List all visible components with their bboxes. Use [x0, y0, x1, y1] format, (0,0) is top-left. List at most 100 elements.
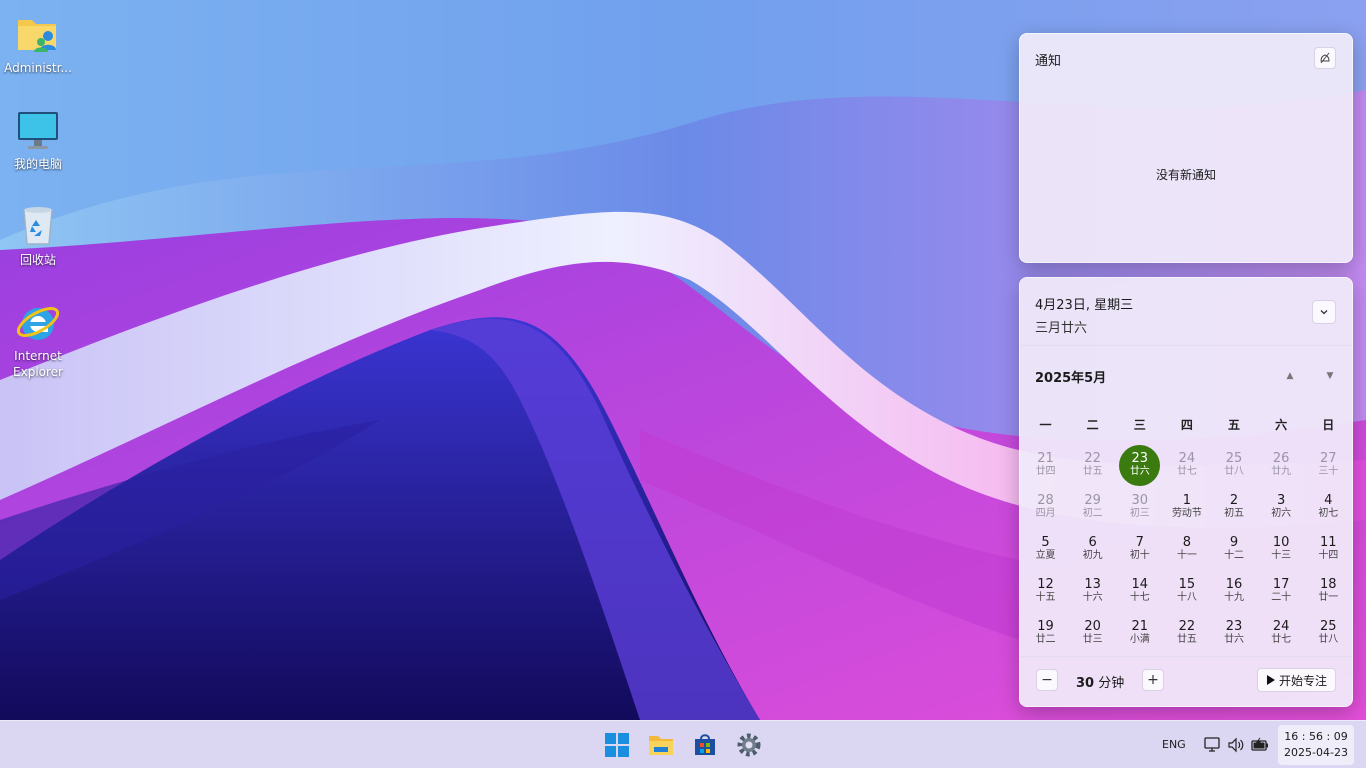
desktop-icon-my-computer[interactable]: 我的电脑 [2, 106, 74, 172]
calendar-day[interactable]: 7 初十 [1116, 528, 1163, 570]
calendar-day[interactable]: 29 初二 [1069, 486, 1116, 528]
calendar-day[interactable]: 22 廿五 [1069, 444, 1116, 486]
calendar-day[interactable]: 14 十七 [1116, 570, 1163, 612]
calendar-day-number: 3 [1277, 493, 1286, 508]
desktop-icon-internet-explorer[interactable]: Internet Explorer [2, 298, 74, 380]
calendar-week-row: 12 十五 13 十六 14 十七 15 十八 16 十九 17 二十 18 廿一 [1022, 570, 1352, 612]
calendar-day[interactable]: 28 四月 [1022, 486, 1069, 528]
calendar-day[interactable]: 27 三十 [1305, 444, 1352, 486]
calendar-day-lunar: 三十 [1318, 466, 1339, 477]
calendar-day[interactable]: 17 二十 [1258, 570, 1305, 612]
calendar-week-row: 5 立夏 6 初九 7 初十 8 十一 9 十二 10 十三 11 十四 [1022, 528, 1352, 570]
calendar-day-lunar: 立夏 [1035, 550, 1056, 561]
calendar-day-number: 22 [1084, 451, 1101, 466]
calendar-day-lunar: 廿八 [1318, 634, 1339, 645]
calendar-day-today[interactable]: 23 廿六 [1116, 444, 1163, 486]
volume-button[interactable] [1226, 735, 1246, 755]
calendar-day[interactable]: 21 小满 [1116, 612, 1163, 654]
calendar-day-number: 1 [1182, 493, 1192, 508]
calendar-day[interactable]: 21 廿四 [1022, 444, 1069, 486]
calendar-day[interactable]: 10 十三 [1258, 528, 1305, 570]
chevron-down-icon [1320, 310, 1328, 315]
calendar-day[interactable]: 22 廿五 [1163, 612, 1210, 654]
calendar-day-number: 24 [1272, 619, 1290, 634]
calendar-day-number: 15 [1178, 577, 1196, 592]
internet-explorer-icon [14, 298, 62, 346]
calendar-day[interactable]: 4 初七 [1305, 486, 1352, 528]
windows-start-icon [605, 733, 629, 757]
calendar-day[interactable]: 13 十六 [1069, 570, 1116, 612]
calendar-day-lunar: 初十 [1129, 550, 1150, 561]
battery-button[interactable] [1250, 735, 1270, 755]
calendar-day-lunar: 廿五 [1176, 634, 1197, 645]
start-focus-button[interactable]: 开始专注 [1256, 668, 1336, 692]
calendar-day[interactable]: 24 廿七 [1163, 444, 1210, 486]
calendar-day-number: 11 [1320, 535, 1337, 550]
triangle-down-icon: ▼ [1326, 371, 1334, 381]
calendar-day[interactable]: 26 廿九 [1258, 444, 1305, 486]
calendar-day-number: 29 [1084, 493, 1101, 508]
calendar-day-number: 19 [1037, 619, 1054, 634]
calendar-day-lunar: 廿六 [1129, 466, 1150, 477]
calendar-day[interactable]: 5 立夏 [1022, 528, 1069, 570]
start-button[interactable] [601, 729, 633, 761]
microsoft-store-button[interactable] [689, 729, 721, 761]
settings-gear-icon [737, 733, 761, 757]
calendar-day[interactable]: 12 十五 [1022, 570, 1069, 612]
calendar-day[interactable]: 11 十四 [1305, 528, 1352, 570]
calendar-day-number: 4 [1324, 493, 1333, 508]
notification-clear-button[interactable] [1314, 47, 1336, 69]
calendar-day-lunar: 初九 [1082, 550, 1103, 561]
focus-minutes: 30 [1076, 676, 1095, 691]
focus-increase-button[interactable]: + [1142, 669, 1164, 691]
calendar-day-lunar: 十二 [1224, 550, 1245, 561]
calendar-day-number: 7 [1135, 535, 1144, 550]
calendar-day-number: 26 [1272, 451, 1290, 466]
settings-button[interactable] [733, 729, 765, 761]
calendar-day[interactable]: 18 廿一 [1305, 570, 1352, 612]
calendar-month-label[interactable]: 2025年5月 [1035, 367, 1106, 386]
calendar-day-lunar: 廿六 [1224, 634, 1245, 645]
desktop-icon-administrator[interactable]: Administr... [2, 10, 74, 76]
calendar-day[interactable]: 2 初五 [1211, 486, 1258, 528]
calendar-collapse-button[interactable] [1312, 300, 1336, 324]
calendar-day-lunar: 十八 [1176, 592, 1197, 603]
calendar-day[interactable]: 6 初九 [1069, 528, 1116, 570]
calendar-day[interactable]: 19 廿二 [1022, 612, 1069, 654]
desktop-icon-recycle-bin[interactable]: 回收站 [2, 202, 74, 268]
calendar-day[interactable]: 8 十一 [1163, 528, 1210, 570]
calendar-day[interactable]: 16 十九 [1211, 570, 1258, 612]
calendar-day-lunar: 四月 [1035, 508, 1056, 519]
file-explorer-icon [649, 736, 673, 755]
network-button[interactable] [1202, 735, 1222, 755]
taskbar: ENG 16 : 56 : 09 2025-04-23 [0, 720, 1366, 768]
focus-decrease-button[interactable]: − [1036, 669, 1058, 691]
calendar-day[interactable]: 3 初六 [1258, 486, 1305, 528]
calendar-day[interactable]: 25 廿八 [1305, 612, 1352, 654]
calendar-day-number: 9 [1229, 535, 1239, 550]
calendar-next-month-button[interactable]: ▼ [1320, 366, 1340, 386]
calendar-day[interactable]: 25 廿八 [1211, 444, 1258, 486]
calendar-day[interactable]: 30 初三 [1116, 486, 1163, 528]
calendar-day-number: 13 [1084, 577, 1101, 592]
calendar-day[interactable]: 24 廿七 [1258, 612, 1305, 654]
calendar-day[interactable]: 20 廿三 [1069, 612, 1116, 654]
input-language-indicator[interactable]: ENG [1162, 738, 1186, 751]
calendar-previous-month-button[interactable]: ▲ [1280, 366, 1300, 386]
weekday-label: 六 [1275, 417, 1288, 432]
clock-time: 16 : 56 : 09 [1284, 730, 1348, 743]
file-explorer-button[interactable] [645, 729, 677, 761]
calendar-day[interactable]: 1 劳动节 [1163, 486, 1210, 528]
calendar-day-lunar: 廿八 [1224, 466, 1245, 477]
calendar-day-lunar: 十一 [1176, 550, 1197, 561]
calendar-day[interactable]: 15 十八 [1163, 570, 1210, 612]
calendar-day-lunar: 廿九 [1271, 466, 1292, 477]
calendar-header: 4月23日, 星期三 三月廿六 [1020, 278, 1352, 346]
taskbar-clock[interactable]: 16 : 56 : 09 2025-04-23 [1278, 725, 1354, 765]
weekday-label: 三 [1133, 417, 1146, 432]
notification-center: 通知 没有新通知 [1019, 33, 1353, 263]
monitor-icon [14, 106, 62, 154]
calendar-week-row: 21 廿四 22 廿五 23 廿六 24 廿七 25 廿八 26 廿九 27 三十 [1022, 444, 1352, 486]
calendar-day[interactable]: 9 十二 [1211, 528, 1258, 570]
calendar-day[interactable]: 23 廿六 [1211, 612, 1258, 654]
